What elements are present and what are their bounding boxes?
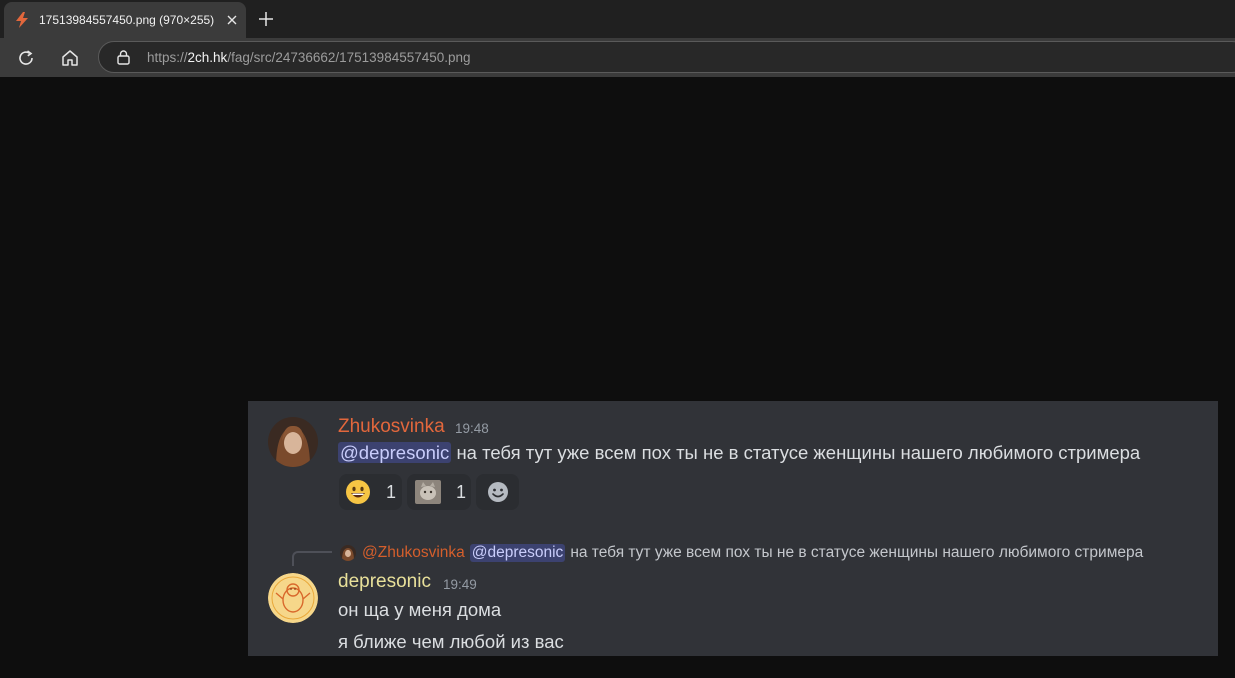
address-bar[interactable]: https://2ch.hk/fag/src/24736662/17513984… [98, 41, 1235, 73]
reply-connector [292, 551, 332, 566]
user-mention[interactable]: @depresonic [469, 544, 566, 562]
reaction-count: 1 [386, 481, 397, 502]
add-reaction-button[interactable] [476, 474, 519, 510]
message-text: @depresonic на тебя тут уже всем пох ты … [338, 442, 1141, 463]
timestamp: 19:49 [443, 577, 477, 592]
browser-tab[interactable]: 17513984557450.png (970×255) [4, 2, 246, 38]
reply-author[interactable]: @Zhukosvinka [362, 544, 465, 562]
reaction-cat-sticker[interactable]: 1 [407, 474, 471, 510]
cat-sticker-emoji [415, 480, 441, 504]
avatar-depresonic [268, 573, 318, 623]
image-viewport: Zhukosvinka 19:48 @depresonic на тебя ту… [0, 77, 1235, 678]
reply-text: на тебя тут уже всем пох ты не в статусе… [570, 544, 1144, 561]
reload-icon[interactable] [12, 44, 40, 72]
user-mention[interactable]: @depresonic [338, 442, 452, 463]
lock-icon[interactable] [117, 50, 130, 70]
reaction-grinning[interactable]: 1 [339, 474, 402, 510]
author-name[interactable]: Zhukosvinka [338, 416, 445, 438]
tab-title: 17513984557450.png (970×255) [39, 13, 215, 27]
avatar-zhukosvinka [268, 417, 318, 467]
reaction-count: 1 [456, 481, 467, 502]
author-name[interactable]: depresonic [338, 571, 431, 593]
message-text: он ща у меня дома [338, 599, 502, 620]
url-host: 2ch.hk [187, 50, 228, 65]
timestamp: 19:48 [455, 421, 489, 436]
reply-preview[interactable]: @Zhukosvinka @depresonic на тебя тут уже… [340, 543, 1143, 563]
reply-avatar [340, 545, 356, 561]
lightning-bolt-icon [15, 12, 29, 28]
new-tab-button[interactable] [255, 8, 277, 30]
home-icon[interactable] [56, 44, 84, 72]
chat-screenshot: Zhukosvinka 19:48 @depresonic на тебя ту… [248, 401, 1218, 656]
browser-toolbar: https://2ch.hk/fag/src/24736662/17513984… [0, 38, 1235, 77]
message-text: я ближе чем любой из вас [338, 631, 564, 652]
grinning-face-emoji [345, 479, 371, 505]
url-text: https://2ch.hk/fag/src/24736662/17513984… [147, 50, 471, 65]
tab-strip: 17513984557450.png (970×255) [0, 0, 1235, 38]
close-tab-icon[interactable] [222, 10, 242, 30]
add-reaction-icon [487, 481, 509, 503]
